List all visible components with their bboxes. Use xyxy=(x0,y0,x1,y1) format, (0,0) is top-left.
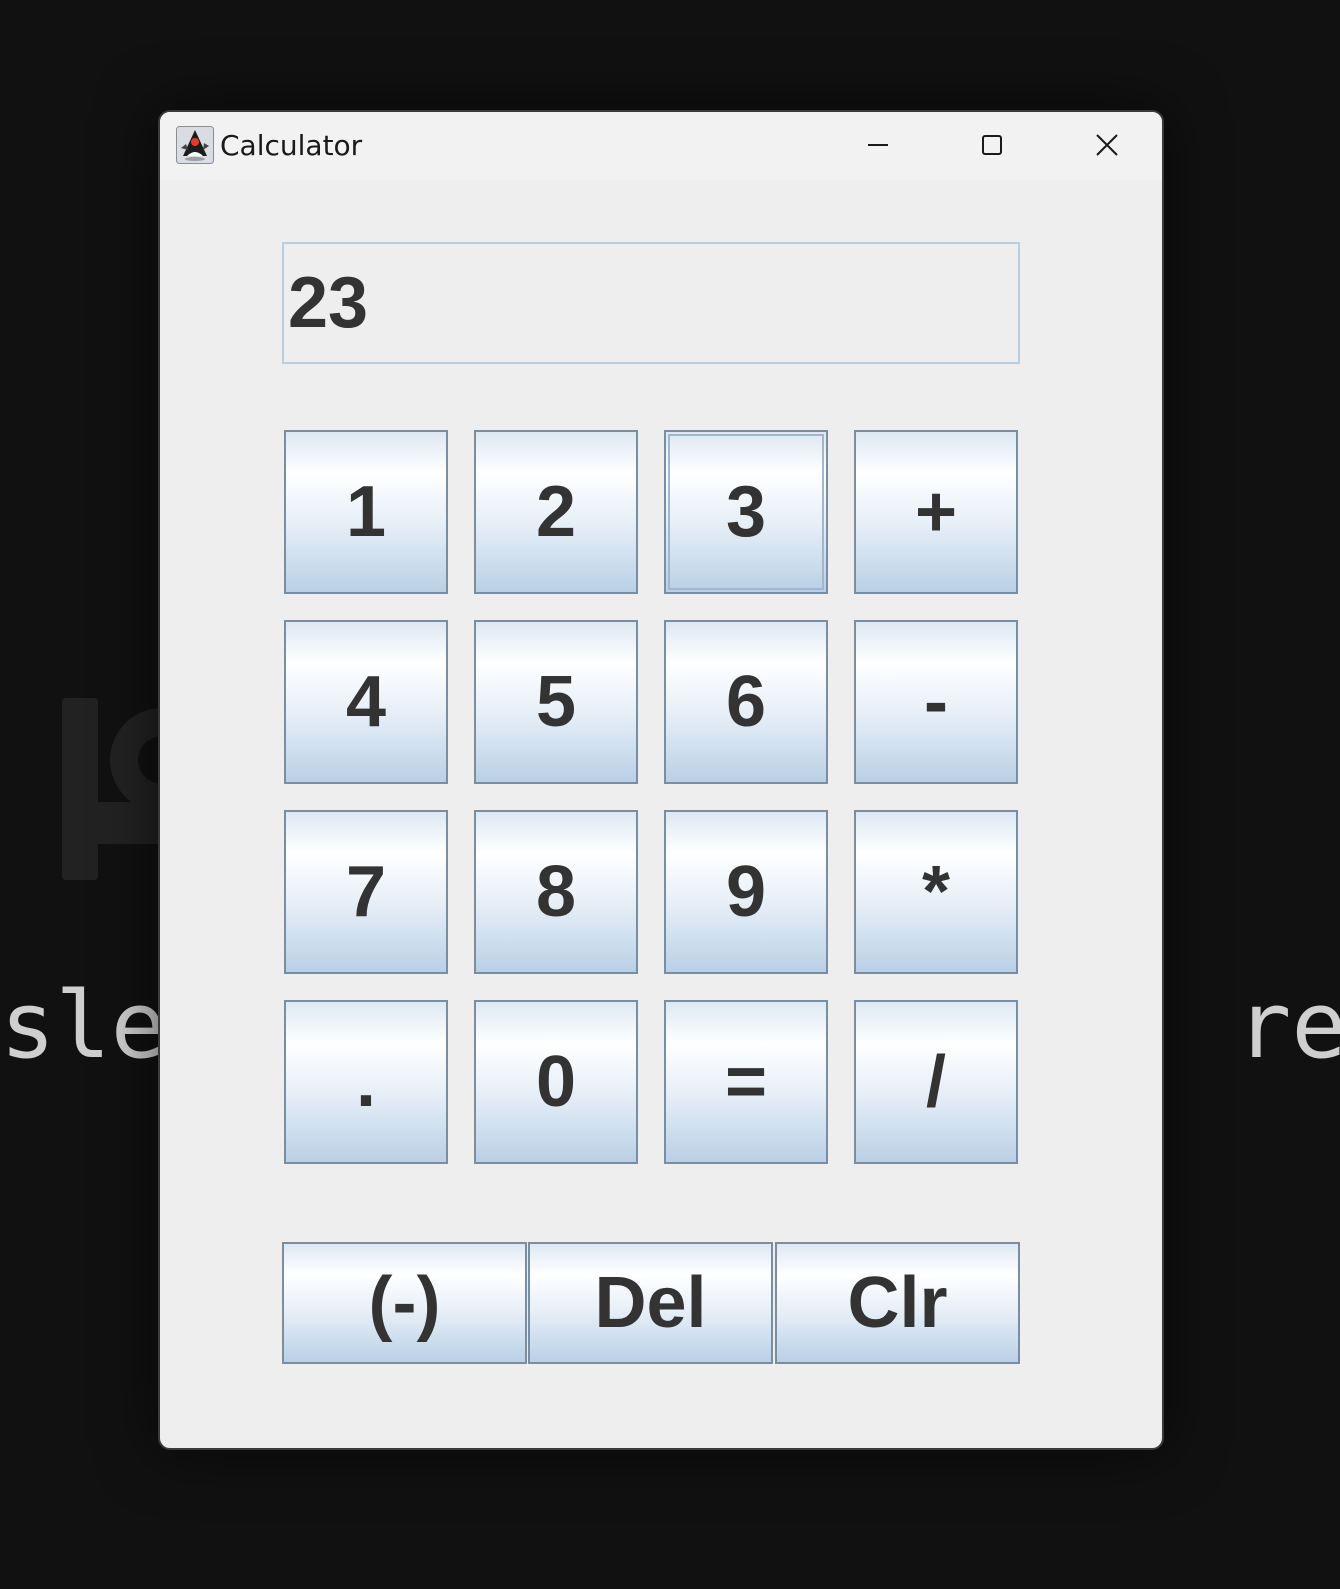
maximize-icon xyxy=(982,135,1002,155)
key-7[interactable]: 7 xyxy=(284,810,448,974)
background-text-right: re xyxy=(1236,972,1340,1079)
java-duke-icon xyxy=(176,126,214,164)
negate-button[interactable]: (-) xyxy=(282,1242,527,1364)
key-0[interactable]: 0 xyxy=(474,1000,638,1164)
key-minus[interactable]: - xyxy=(854,620,1018,784)
minimize-button[interactable] xyxy=(848,122,908,168)
key-equals[interactable]: = xyxy=(664,1000,828,1164)
key-3[interactable]: 3 xyxy=(664,430,828,594)
key-9[interactable]: 9 xyxy=(664,810,828,974)
key-8[interactable]: 8 xyxy=(474,810,638,974)
key-plus[interactable]: + xyxy=(854,430,1018,594)
display-field[interactable]: 23 xyxy=(282,242,1020,364)
key-5[interactable]: 5 xyxy=(474,620,638,784)
key-multiply[interactable]: * xyxy=(854,810,1018,974)
key-6[interactable]: 6 xyxy=(664,620,828,784)
close-button[interactable] xyxy=(1077,122,1137,168)
key-decimal[interactable]: . xyxy=(284,1000,448,1164)
clear-button[interactable]: Clr xyxy=(775,1242,1020,1364)
key-1[interactable]: 1 xyxy=(284,430,448,594)
title-bar[interactable]: Calculator xyxy=(160,112,1162,180)
key-divide[interactable]: / xyxy=(854,1000,1018,1164)
window-title: Calculator xyxy=(220,129,363,162)
calculator-window: Calculator 23 1 2 3 + 4 5 6 - 7 8 9 * . … xyxy=(158,110,1164,1450)
key-2[interactable]: 2 xyxy=(474,430,638,594)
key-4[interactable]: 4 xyxy=(284,620,448,784)
minimize-icon xyxy=(868,144,888,146)
delete-button[interactable]: Del xyxy=(528,1242,773,1364)
maximize-button[interactable] xyxy=(962,122,1022,168)
close-icon xyxy=(1096,134,1118,156)
background-logo xyxy=(62,698,162,880)
background-text-left: sle xyxy=(0,972,167,1079)
